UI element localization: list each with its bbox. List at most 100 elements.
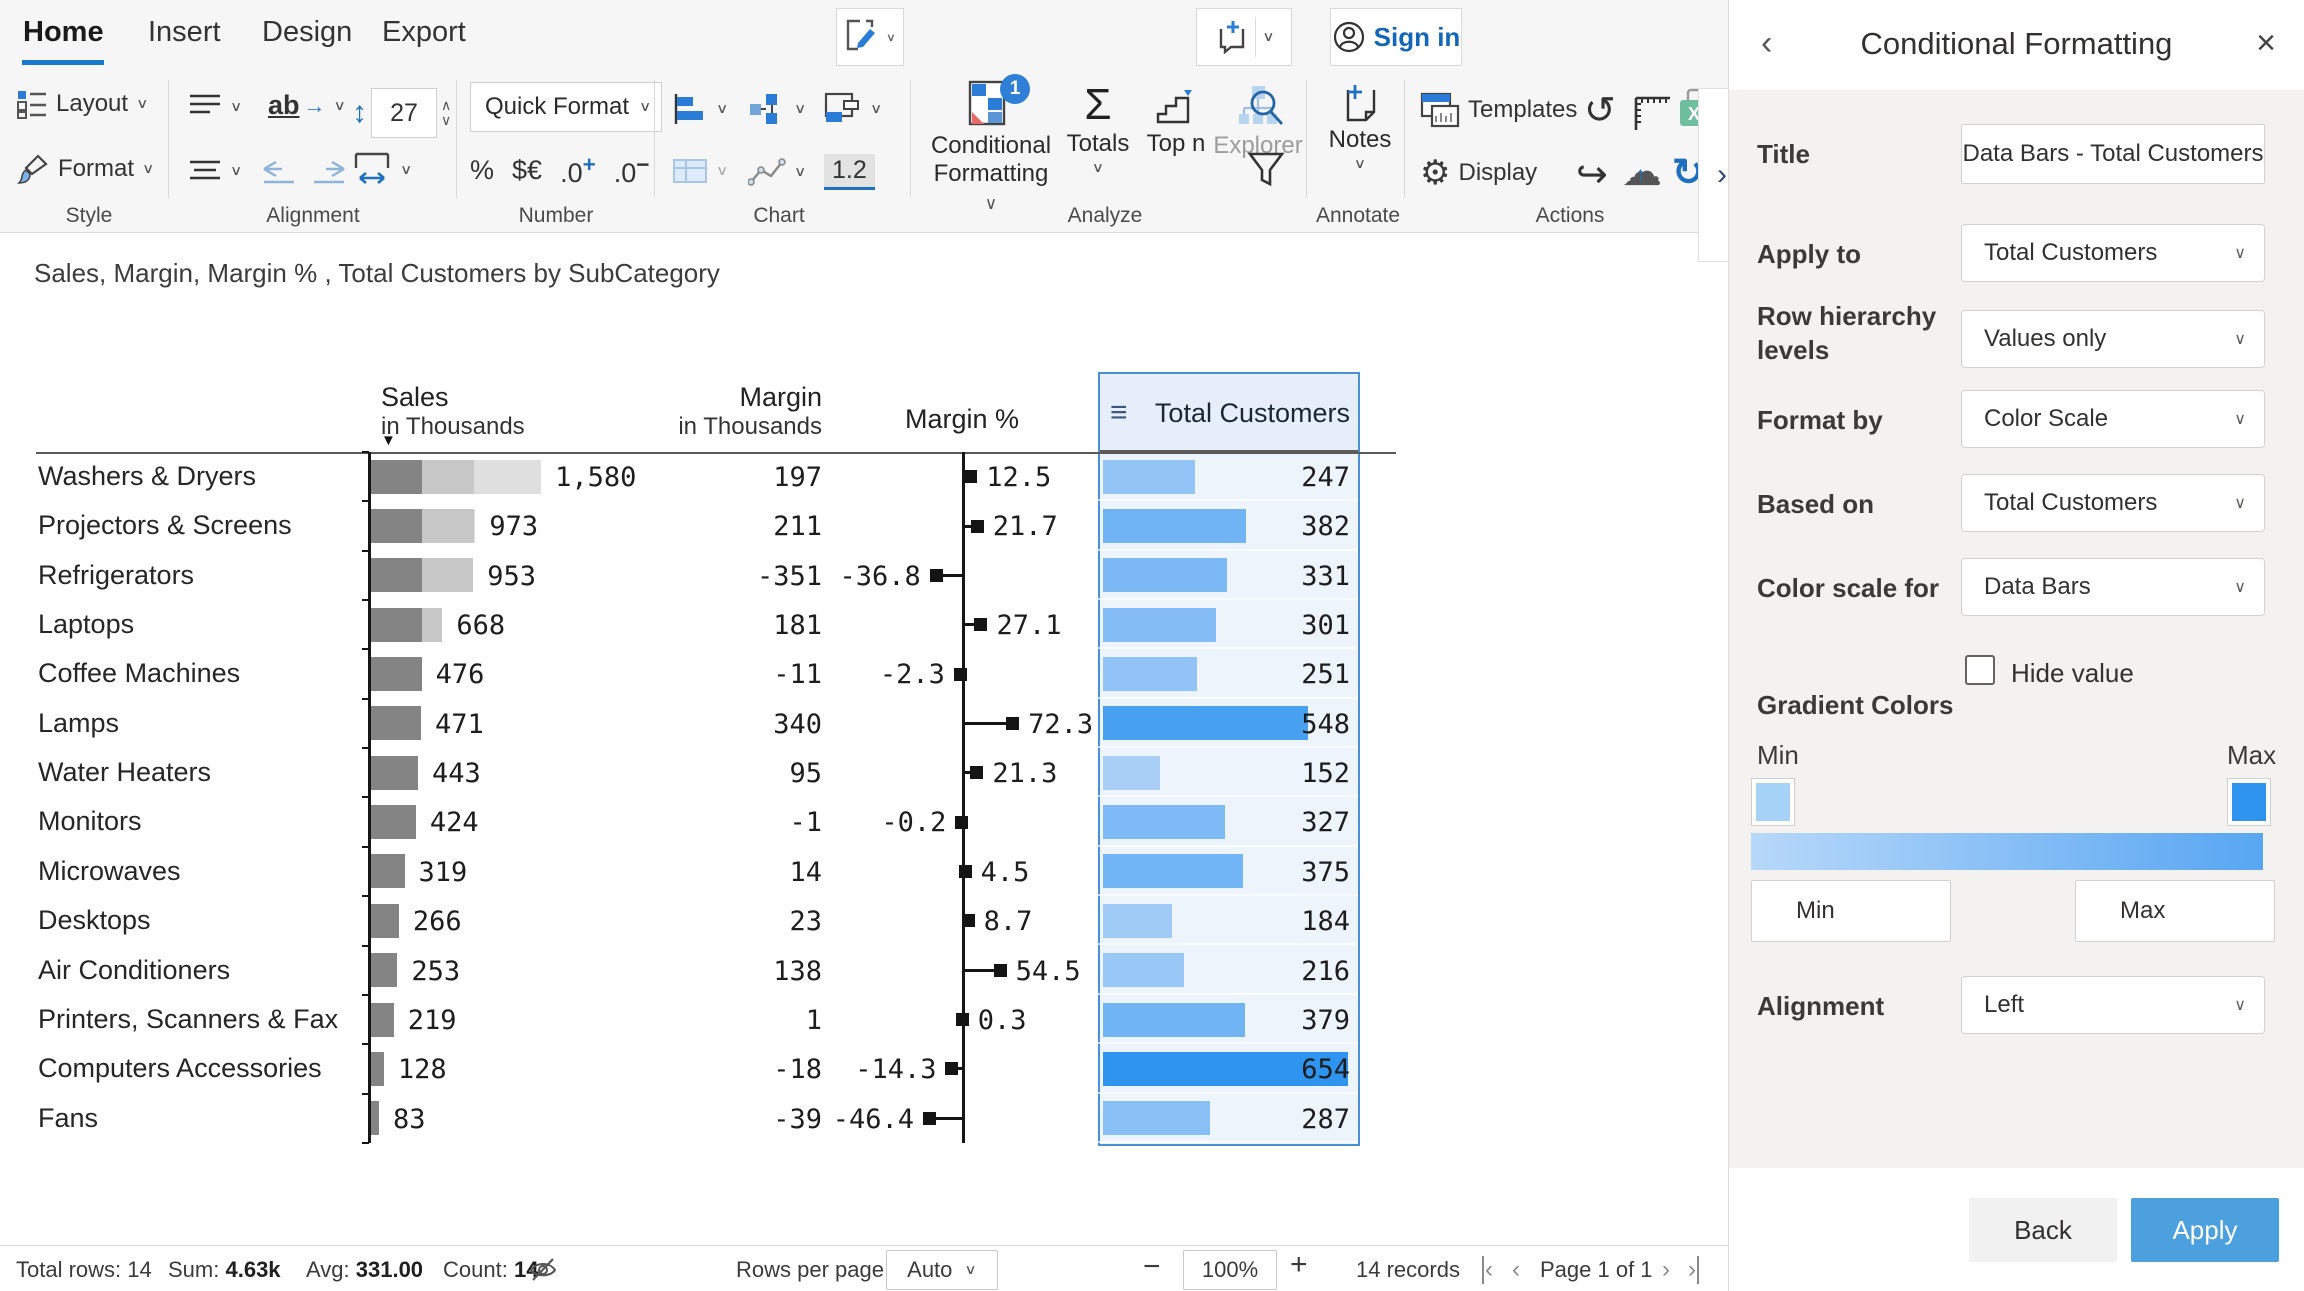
column-width-button[interactable]: ∨ bbox=[352, 150, 412, 190]
table-row[interactable]: Projectors & Screens97321121.7382 bbox=[0, 501, 1728, 550]
margin-pct-marker bbox=[971, 520, 984, 533]
sales-value: 128 bbox=[398, 1054, 447, 1085]
decimal-decrease-button[interactable]: .0− bbox=[614, 152, 650, 189]
rows-per-page-dropdown[interactable]: Auto∨ bbox=[886, 1250, 998, 1290]
margin-pct-column-header[interactable]: Margin % bbox=[862, 404, 1062, 435]
table-row[interactable]: Printers, Scanners & Fax21910.3379 bbox=[0, 995, 1728, 1044]
tab-insert[interactable]: Insert bbox=[148, 16, 221, 49]
total-customers-value: 379 bbox=[1150, 1005, 1350, 1036]
apply-to-select[interactable]: Total Customers∨ bbox=[1961, 224, 2265, 282]
rows-per-page-value: Auto bbox=[907, 1257, 952, 1283]
title-input[interactable]: Data Bars - Total Customers bbox=[1961, 124, 2265, 184]
line-chart-button[interactable]: ∨ bbox=[748, 156, 806, 188]
filter-button[interactable] bbox=[1246, 150, 1286, 190]
vertical-align-button[interactable]: ∨ bbox=[188, 92, 242, 122]
table-row[interactable]: Laptops66818127.1301 bbox=[0, 600, 1728, 649]
hide-stats-button[interactable] bbox=[528, 1254, 558, 1284]
add-comment-button[interactable]: ∨ bbox=[1196, 8, 1292, 66]
notes-icon bbox=[1338, 80, 1382, 124]
close-icon[interactable]: × bbox=[2256, 24, 2276, 63]
notes-button[interactable]: Notes ∨ bbox=[1322, 80, 1398, 174]
layout-variant-button[interactable]: ∨ bbox=[824, 92, 882, 126]
margin-pct-value: -14.3 bbox=[736, 1054, 936, 1085]
top-n-button[interactable]: Top n bbox=[1138, 84, 1214, 158]
back-button[interactable]: Back bbox=[1969, 1198, 2117, 1262]
format-by-select[interactable]: Color Scale∨ bbox=[1961, 390, 2265, 448]
color-scale-for-select[interactable]: Data Bars∨ bbox=[1961, 558, 2265, 616]
sales-column-header[interactable]: Sales in Thousands bbox=[381, 382, 525, 441]
row-height-control[interactable]: ↕ 27 ∧∨ bbox=[352, 88, 451, 138]
zoom-level-input[interactable]: 100% bbox=[1183, 1250, 1277, 1290]
tab-home[interactable]: Home bbox=[23, 16, 104, 49]
column-menu-icon[interactable]: ≡ bbox=[1110, 396, 1128, 430]
display-button[interactable]: ⚙ Display bbox=[1420, 156, 1537, 190]
first-page-button[interactable]: ‹ bbox=[1482, 1256, 1493, 1284]
sort-descending-icon[interactable]: ▼ bbox=[381, 432, 396, 449]
table-row[interactable]: Desktops266238.7184 bbox=[0, 896, 1728, 945]
zoom-out-button[interactable]: − bbox=[1143, 1250, 1161, 1284]
table-row[interactable]: Fans83-39-46.4287 bbox=[0, 1094, 1728, 1143]
rename-visual-button[interactable]: ∨ bbox=[836, 8, 904, 66]
hide-value-checkbox[interactable] bbox=[1965, 655, 1995, 685]
conditional-formatting-button[interactable]: 1 Conditional Formatting ∨ bbox=[928, 80, 1054, 216]
margin-pct-marker bbox=[959, 865, 972, 878]
table-row[interactable]: Monitors424-1-0.2327 bbox=[0, 797, 1728, 846]
row-hierarchy-label: Row hierarchy levels bbox=[1757, 300, 1957, 368]
table-row[interactable]: Refrigerators953-351-36.8331 bbox=[0, 551, 1728, 600]
search-button[interactable] bbox=[1246, 88, 1286, 128]
gradient-max-input[interactable]: Max bbox=[2075, 880, 2275, 942]
currency-format-button[interactable]: $€ bbox=[512, 155, 542, 186]
search-icon bbox=[1246, 88, 1286, 128]
layout-button[interactable]: Layout∨ bbox=[16, 88, 149, 120]
hierarchy-icon bbox=[748, 92, 786, 126]
table-row[interactable]: Computers Accessories128-18-14.3654 bbox=[0, 1044, 1728, 1093]
display-label: Display bbox=[1458, 159, 1537, 187]
sales-axis-tick bbox=[362, 895, 369, 897]
prev-page-button[interactable]: ‹ bbox=[1512, 1256, 1520, 1284]
table-row[interactable]: Water Heaters4439521.3152 bbox=[0, 748, 1728, 797]
chart-type-button[interactable]: ∨ bbox=[672, 92, 728, 126]
gradient-min-input[interactable]: Min bbox=[1751, 880, 1951, 942]
decimal-increase-button[interactable]: .0+ bbox=[560, 152, 596, 189]
horizontal-align-button[interactable]: ∨ bbox=[188, 156, 242, 186]
totals-button[interactable]: Σ Totals ∨ bbox=[1058, 84, 1138, 178]
format-button[interactable]: Format∨ bbox=[16, 152, 154, 186]
last-page-button[interactable]: › bbox=[1688, 1256, 1699, 1284]
text-wrap-button[interactable]: ab → ∨ bbox=[268, 90, 346, 121]
table-row[interactable]: Air Conditioners25313854.5216 bbox=[0, 946, 1728, 995]
table-row[interactable]: Coffee Machines476-11-2.3251 bbox=[0, 649, 1728, 698]
total-customers-header[interactable]: ≡ Total Customers bbox=[1100, 374, 1358, 452]
row-hierarchy-select[interactable]: Values only∨ bbox=[1961, 310, 2265, 368]
based-on-select[interactable]: Total Customers∨ bbox=[1961, 474, 2265, 532]
table-row[interactable]: Washers & Dryers1,58019712.5247 bbox=[0, 452, 1728, 501]
indent-increase-icon[interactable] bbox=[312, 156, 346, 186]
margin-column-header[interactable]: Margin in Thousands bbox=[622, 382, 822, 441]
tab-export[interactable]: Export bbox=[382, 16, 466, 49]
zoom-in-button[interactable]: + bbox=[1290, 1248, 1308, 1282]
publish-button[interactable]: ☁ ↑ bbox=[1622, 152, 1662, 192]
scale-format-button[interactable]: 1.2 bbox=[824, 154, 875, 190]
avg-stat: Avg: 331.00 bbox=[306, 1257, 423, 1283]
apply-button[interactable]: Apply bbox=[2131, 1198, 2279, 1262]
sign-in-button[interactable]: Sign in bbox=[1330, 8, 1462, 66]
table-row[interactable]: Microwaves319144.5375 bbox=[0, 847, 1728, 896]
hierarchy-button[interactable]: ∨ bbox=[748, 92, 806, 126]
sales-axis-tick bbox=[362, 648, 369, 650]
tab-design[interactable]: Design bbox=[262, 16, 352, 49]
table-row[interactable]: Lamps47134072.3548 bbox=[0, 699, 1728, 748]
percent-format-button[interactable]: % bbox=[470, 155, 494, 186]
indent-decrease-icon[interactable] bbox=[262, 156, 296, 186]
max-color-swatch[interactable] bbox=[2227, 778, 2271, 826]
templates-button[interactable]: Templates bbox=[1420, 92, 1577, 128]
ruler-button[interactable] bbox=[1630, 92, 1672, 132]
row-height-input[interactable]: 27 bbox=[371, 88, 437, 138]
min-color-swatch[interactable] bbox=[1751, 778, 1795, 826]
alignment-select[interactable]: Left∨ bbox=[1961, 976, 2265, 1034]
row-label: Refrigerators bbox=[38, 560, 194, 591]
total-customers-value: 375 bbox=[1150, 857, 1350, 888]
redo-button[interactable]: ↪ bbox=[1576, 152, 1608, 197]
next-page-button[interactable]: › bbox=[1662, 1256, 1670, 1284]
undo-button[interactable]: ↺ bbox=[1584, 88, 1616, 133]
stepper[interactable]: ∧∨ bbox=[441, 98, 451, 129]
quick-format-dropdown[interactable]: Quick Format∨ bbox=[470, 82, 662, 132]
